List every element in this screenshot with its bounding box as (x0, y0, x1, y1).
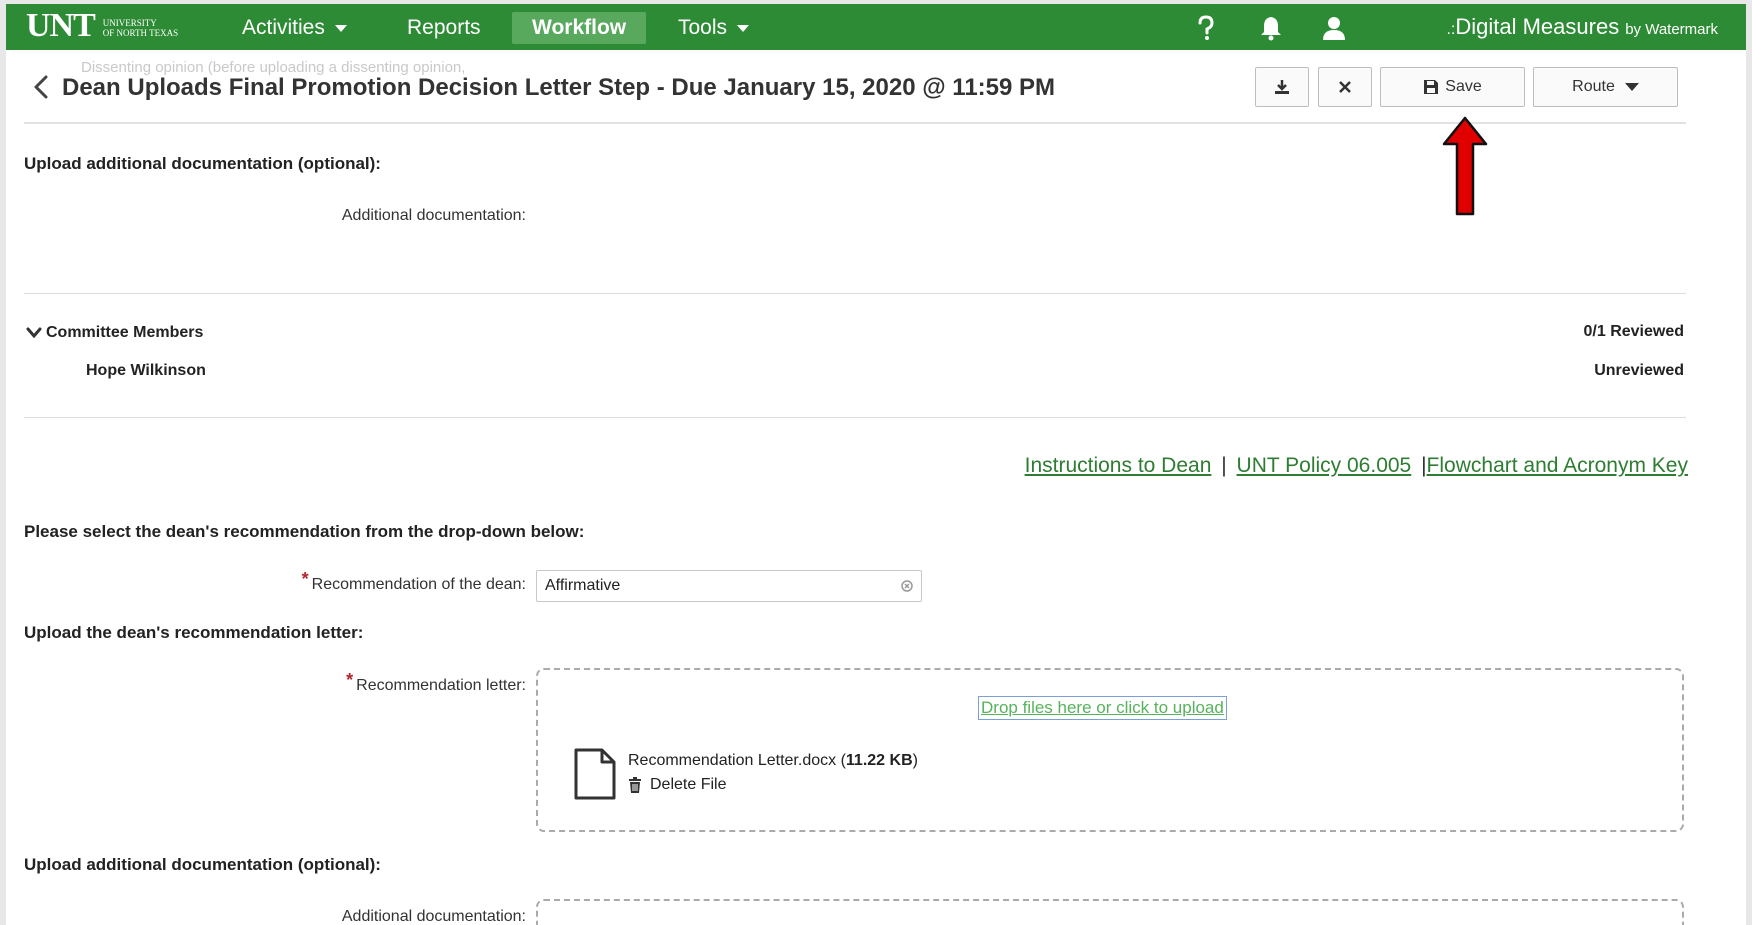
required-asterisk: * (301, 569, 309, 589)
download-icon (1275, 80, 1289, 94)
required-asterisk: * (346, 670, 354, 690)
nav-reports[interactable]: Reports (387, 12, 501, 44)
logo-sub-line1: UNIVERSITY (102, 18, 157, 28)
committee-member-name: Hope Wilkinson (86, 362, 206, 379)
floppy-disk-icon (1424, 80, 1439, 94)
field-label-additional-docs-2: Additional documentation: (341, 908, 526, 925)
letter-dropzone[interactable]: Drop files here or click to upload Recom… (536, 668, 1684, 832)
drop-files-link[interactable]: Drop files here or click to upload (978, 696, 1227, 720)
trash-icon (629, 777, 641, 793)
logo-sub-line2: OF NORTH TEXAS (102, 28, 179, 38)
close-button[interactable] (1318, 67, 1372, 107)
reviewed-count: 0/1 Reviewed (1583, 323, 1685, 340)
nav-activities-label: Activities (242, 16, 325, 39)
unt-logo[interactable]: UNT UNIVERSITY OF NORTH TEXAS (26, 6, 178, 46)
file-size: 11.22 KB (845, 752, 913, 769)
nav-reports-label: Reports (407, 16, 481, 39)
file-icon (574, 748, 616, 800)
uploaded-file-name: Recommendation Letter.docx (11.22 KB) (628, 752, 918, 769)
nav-tools-label: Tools (678, 16, 728, 39)
field-label-letter-text: Recommendation letter: (356, 677, 526, 694)
help-icon[interactable] (1192, 14, 1220, 42)
chevron-down-icon (334, 24, 347, 32)
field-label-recommendation: * Recommendation of the dean: (302, 569, 526, 594)
annotation-arrow-icon (1442, 116, 1488, 216)
brand-digital-measures: .:Digital Measures by Watermark (1446, 14, 1718, 40)
back-chevron-icon[interactable] (32, 74, 50, 100)
nav-workflow[interactable]: Workflow (512, 12, 647, 44)
top-navbar: UNT UNIVERSITY OF NORTH TEXAS Activities… (6, 4, 1746, 50)
save-button[interactable]: Save (1380, 67, 1525, 107)
header-divider (24, 122, 1686, 124)
nav-tools[interactable]: Tools (658, 12, 769, 44)
file-name-text: Recommendation Letter.docx (628, 752, 837, 769)
nav-workflow-label: Workflow (532, 16, 627, 39)
logo-main-text: UNT (26, 7, 96, 44)
link-unt-policy[interactable]: UNT Policy 06.005 (1237, 454, 1412, 477)
route-button-label: Route (1572, 78, 1615, 95)
committee-member-status: Unreviewed (1594, 362, 1684, 379)
logo-sub-text: UNIVERSITY OF NORTH TEXAS (103, 18, 178, 38)
route-button[interactable]: Route (1533, 67, 1678, 107)
bell-icon[interactable] (1257, 14, 1285, 42)
download-button[interactable] (1255, 67, 1309, 107)
chevron-down-icon[interactable] (26, 327, 42, 339)
section-heading-letter: Upload the dean's recommendation letter: (24, 623, 364, 642)
committee-heading[interactable]: Committee Members (46, 324, 203, 342)
user-icon[interactable] (1320, 14, 1348, 42)
section-heading-additional-docs-2: Upload additional documentation (optiona… (24, 855, 381, 874)
section-heading-recommendation: Please select the dean's recommendation … (24, 522, 585, 541)
close-icon (1339, 81, 1351, 93)
page-title: Dean Uploads Final Promotion Decision Le… (62, 74, 1056, 101)
save-button-label: Save (1445, 78, 1482, 95)
link-flowchart-acronym-key[interactable]: Flowchart and Acronym Key (1427, 454, 1688, 477)
delete-file-label: Delete File (650, 776, 727, 793)
field-label-additional-docs: Additional documentation: (341, 207, 526, 224)
recommendation-select[interactable]: Affirmative (536, 570, 922, 602)
app-window: UNT UNIVERSITY OF NORTH TEXAS Activities… (6, 4, 1746, 925)
field-label-recommendation-text: Recommendation of the dean: (311, 576, 526, 593)
divider (24, 293, 1686, 294)
recommendation-select-value: Affirmative (545, 577, 621, 594)
delete-file-button[interactable]: Delete File (628, 776, 726, 794)
field-label-letter: * Recommendation letter: (346, 670, 526, 695)
chevron-down-icon (737, 24, 750, 32)
brand-name: Digital Measures (1455, 14, 1620, 39)
help-links: Instructions to Dean | UNT Policy 06.005… (1025, 454, 1688, 478)
link-separator: | (1221, 454, 1227, 477)
section-heading-additional-docs: Upload additional documentation (optiona… (24, 154, 381, 173)
additional-docs-dropzone[interactable] (536, 899, 1684, 925)
divider (24, 417, 1686, 418)
clear-icon[interactable] (901, 580, 913, 592)
nav-activities[interactable]: Activities (222, 12, 367, 44)
caret-down-icon (1624, 83, 1639, 91)
brand-sub: by Watermark (1625, 21, 1718, 38)
link-instructions-to-dean[interactable]: Instructions to Dean (1025, 454, 1212, 477)
